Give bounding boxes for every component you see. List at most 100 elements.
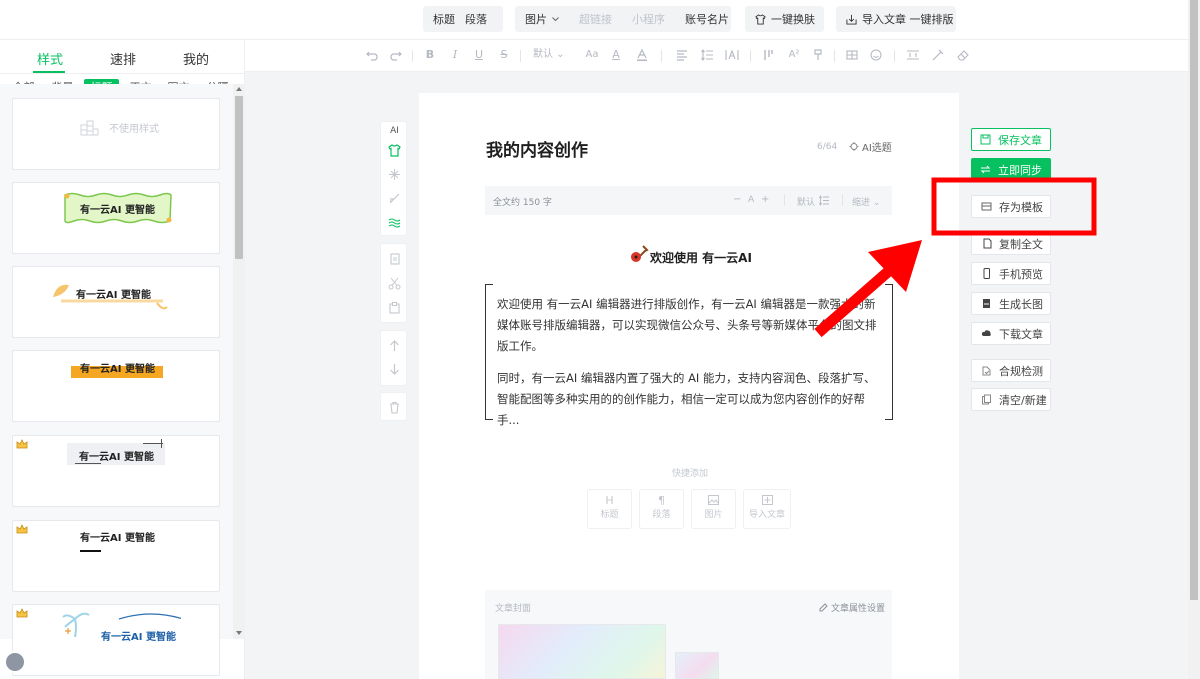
save-as-template-button[interactable]: 存为模板 bbox=[971, 195, 1051, 218]
copy-all-button[interactable]: 复制全文 bbox=[971, 232, 1051, 255]
font-increase-button[interactable]: + bbox=[761, 194, 769, 205]
scroll-thumb[interactable] bbox=[235, 96, 243, 259]
one-click-skin-button[interactable]: 一键换肤 bbox=[745, 11, 825, 27]
strikethrough-icon[interactable]: S bbox=[497, 48, 511, 62]
undo-icon[interactable] bbox=[365, 48, 379, 62]
page-scrollbar[interactable] bbox=[1188, 0, 1200, 679]
quick-add-title-button[interactable]: H 标题 bbox=[587, 489, 632, 529]
shirt-icon[interactable] bbox=[388, 144, 401, 157]
style-card[interactable]: 有一云AI 更智能 bbox=[12, 604, 220, 676]
paragraph-text[interactable]: 欢迎使用 有一云AI 编辑器进行排版创作，有一云AI 编辑器是一款强大的新媒体账… bbox=[497, 294, 883, 357]
quick-add-import-button[interactable]: 导入文章 bbox=[743, 489, 791, 529]
magic-icon[interactable] bbox=[931, 48, 945, 62]
font-family-icon[interactable]: Aa bbox=[585, 48, 599, 62]
style-card-none[interactable]: 不使用样式 bbox=[12, 98, 220, 170]
arrow-down-icon[interactable] bbox=[388, 363, 401, 376]
scissors-icon[interactable] bbox=[388, 277, 401, 290]
redo-icon[interactable] bbox=[389, 48, 403, 62]
scroll-up-icon[interactable] bbox=[236, 87, 242, 91]
arrow-up-icon[interactable] bbox=[388, 339, 401, 352]
tab-quick-layout[interactable]: 速排 bbox=[110, 49, 136, 68]
paragraph-text[interactable]: 同时，有一云AI 编辑器内置了强大的 AI 能力，支持内容润色、段落扩写、智能配… bbox=[497, 368, 883, 431]
indent-label: 缩进 bbox=[852, 198, 871, 208]
paste-icon[interactable] bbox=[388, 301, 401, 314]
line-spacing-icon[interactable] bbox=[819, 195, 830, 206]
lightbulb-icon bbox=[849, 141, 859, 150]
tab-mine[interactable]: 我的 bbox=[183, 49, 209, 68]
bold-icon[interactable]: B bbox=[423, 48, 437, 62]
article-title-input[interactable]: 我的内容创作 bbox=[486, 136, 588, 161]
toolbar-divider bbox=[661, 50, 662, 62]
eraser-icon[interactable] bbox=[956, 48, 970, 62]
help-bubble-icon[interactable] bbox=[4, 651, 26, 673]
blocks-icon bbox=[80, 120, 99, 136]
line-spacing-icon[interactable] bbox=[700, 48, 714, 62]
delete-tool-group bbox=[380, 392, 407, 421]
scroll-down-icon[interactable] bbox=[236, 631, 242, 635]
font-decrease-button[interactable]: − bbox=[733, 194, 741, 205]
save-article-button[interactable]: 保存文章 bbox=[971, 128, 1051, 151]
style-card[interactable]: 有一云AI 更智能 bbox=[12, 182, 220, 254]
insert-image-dropdown[interactable]: 图片 bbox=[515, 11, 569, 27]
style-card[interactable]: 有一云AI 更智能 bbox=[12, 435, 220, 507]
quick-add-paragraph-button[interactable]: ¶ 段落 bbox=[639, 489, 684, 529]
quote-block[interactable]: 欢迎使用 有一云AI 编辑器进行排版创作，有一云AI 编辑器是一款强大的新媒体账… bbox=[485, 284, 893, 427]
line-height-select[interactable]: 默认 bbox=[797, 195, 815, 208]
letter-spacing-icon[interactable] bbox=[725, 48, 739, 62]
toolbar-divider bbox=[520, 50, 521, 62]
clear-new-button[interactable]: 清空/新建 bbox=[971, 388, 1051, 411]
insert-hyperlink-button[interactable]: 超链接 bbox=[569, 11, 622, 27]
cover-section: 文章封面 文章属性设置 bbox=[485, 590, 892, 679]
margin-icon[interactable] bbox=[906, 48, 920, 62]
style-list-scrollbar[interactable] bbox=[233, 84, 245, 639]
indent-select[interactable]: 缩进 ⌄ bbox=[852, 195, 880, 208]
align-icon[interactable] bbox=[675, 48, 689, 62]
sparkle-icon[interactable] bbox=[388, 168, 401, 181]
insert-miniprogram-button[interactable]: 小程序 bbox=[622, 11, 675, 27]
cover-image-large[interactable] bbox=[498, 624, 666, 679]
highlight-icon[interactable] bbox=[635, 48, 649, 62]
superscript-icon[interactable]: A² bbox=[787, 48, 801, 62]
trash-icon[interactable] bbox=[388, 401, 401, 414]
tab-style[interactable]: 样式 bbox=[37, 49, 63, 68]
copy-icon[interactable] bbox=[388, 253, 401, 266]
insert-account-card-button[interactable]: 账号名片 bbox=[675, 11, 739, 27]
mobile-preview-button[interactable]: 手机预览 bbox=[971, 262, 1051, 285]
rewrite-icon[interactable] bbox=[388, 192, 401, 205]
sync-now-button[interactable]: 立即同步 bbox=[971, 158, 1051, 181]
emoji-icon[interactable] bbox=[869, 48, 883, 62]
import-article-button[interactable]: 导入文章 一键排版 bbox=[836, 11, 964, 27]
paragraph-indent-icon[interactable] bbox=[762, 48, 776, 62]
font-color-icon[interactable]: A bbox=[609, 48, 623, 62]
table-icon[interactable] bbox=[845, 48, 859, 62]
download-article-button[interactable]: 下载文章 bbox=[971, 322, 1051, 345]
generate-long-image-button[interactable]: 生成长图 bbox=[971, 292, 1051, 315]
editor-paper: 我的内容创作 6/64 AI选题 全文约 150 字 − A + 默认 缩进 ⌄… bbox=[419, 93, 959, 679]
page-scroll-thumb[interactable] bbox=[1190, 0, 1198, 600]
style-card[interactable]: 有一云AI 更智能 bbox=[12, 350, 220, 422]
underline-icon[interactable]: U bbox=[472, 48, 486, 62]
expand-icon[interactable] bbox=[388, 216, 401, 229]
style-card[interactable]: 有一云AI 更智能 bbox=[12, 520, 220, 592]
quick-add-import-label: 导入文章 bbox=[748, 510, 785, 520]
insert-paragraph-button[interactable]: 段落 bbox=[465, 11, 497, 27]
quick-add-image-button[interactable]: 图片 bbox=[691, 489, 736, 529]
cloud-download-icon bbox=[981, 330, 991, 336]
ai-topic-button[interactable]: AI选题 bbox=[849, 139, 892, 154]
compliance-check-button[interactable]: 合规检测 bbox=[971, 359, 1051, 382]
style-card-text: 有一云AI 更智能 bbox=[79, 452, 154, 463]
cover-image-small[interactable] bbox=[675, 652, 719, 679]
style-card[interactable]: 有一云AI 更智能 bbox=[12, 266, 220, 338]
font-size-value: 默认 bbox=[533, 49, 553, 60]
ai-label: AI bbox=[390, 126, 399, 136]
template-icon bbox=[981, 202, 992, 211]
insert-title-button[interactable]: 标题 bbox=[423, 11, 465, 27]
italic-icon[interactable]: I bbox=[448, 48, 462, 62]
save-article-label: 保存文章 bbox=[998, 133, 1042, 147]
font-size-select[interactable]: 默认 ⌄ bbox=[533, 48, 565, 62]
style-card-text: 有一云AI 更智能 bbox=[80, 533, 155, 544]
welcome-heading[interactable]: 欢迎使用 有一云AI bbox=[650, 249, 752, 266]
format-painter-icon[interactable] bbox=[811, 48, 825, 62]
article-settings-button[interactable]: 文章属性设置 bbox=[819, 601, 885, 614]
format-toolbar: B I U S 默认 ⌄ Aa A A² bbox=[240, 40, 1188, 72]
